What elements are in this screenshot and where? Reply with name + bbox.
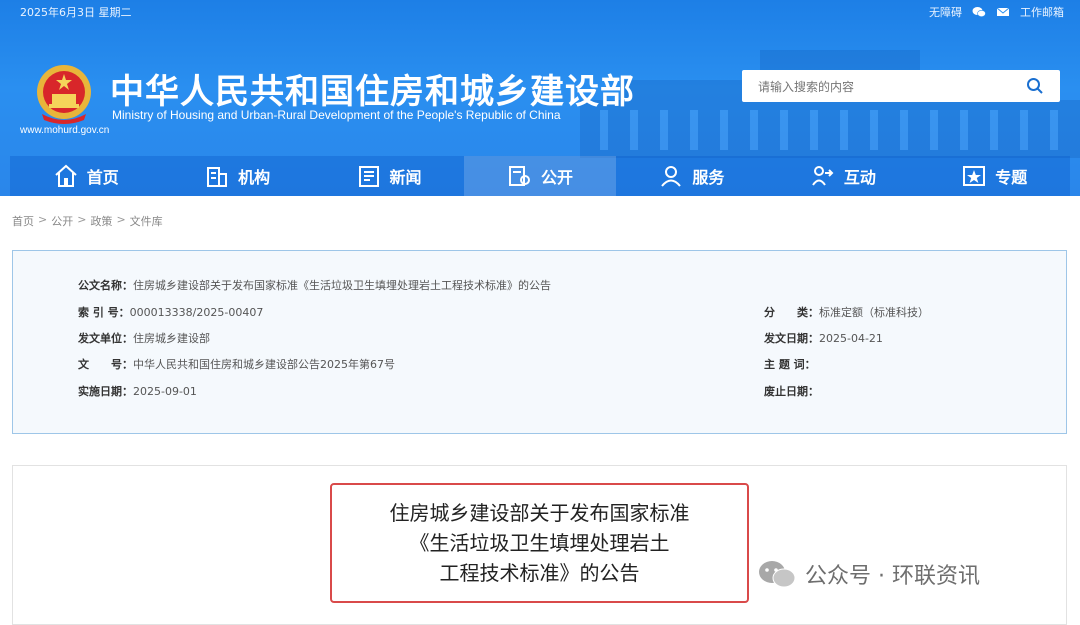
- topic-icon: [963, 166, 986, 186]
- home-icon: [55, 164, 77, 187]
- site-title: 中华人民共和国住房和城乡建设部: [110, 72, 635, 112]
- disclosure-icon: [508, 166, 530, 186]
- news-icon: [358, 166, 379, 187]
- site-url: www.mohurd.gov.cn: [20, 125, 110, 136]
- info-doc-name: 公文名称：住房城乡建设部关于发布国家标准《生活垃圾卫生填埋处理岩土工程技术标准》…: [78, 279, 551, 292]
- info-issuer: 发文单位：住房城乡建设部: [78, 332, 210, 345]
- search-input[interactable]: [756, 77, 1020, 97]
- breadcrumb-policy[interactable]: 政策: [90, 213, 112, 229]
- site-subtitle: Ministry of Housing and Urban-Rural Deve…: [112, 108, 561, 122]
- nav-item-news[interactable]: 新闻: [313, 156, 464, 196]
- nav-item-interaction[interactable]: 互动: [767, 156, 918, 196]
- search-box: [742, 70, 1060, 102]
- nav-item-organization[interactable]: 机构: [161, 156, 312, 196]
- site-header: 2025年6月3日 星期二 无障碍 工作邮箱 中华人民共和国住房和城乡建设部 M…: [0, 0, 1080, 196]
- breadcrumb-home[interactable]: 首页: [12, 213, 34, 229]
- nav-item-disclosure[interactable]: 公开: [464, 156, 616, 196]
- service-icon: [661, 166, 682, 187]
- info-effective-date: 实施日期：2025-09-01: [78, 385, 197, 398]
- breadcrumb-disclosure[interactable]: 公开: [51, 213, 73, 229]
- topbar-links: 无障碍 工作邮箱: [929, 4, 1064, 20]
- article-title-line: 住房城乡建设部关于发布国家标准: [389, 501, 690, 525]
- watermark-text: 公众号 · 环联资讯: [805, 564, 980, 589]
- nav-item-home[interactable]: 首页: [10, 156, 161, 196]
- nav-item-topic[interactable]: 专题: [919, 156, 1070, 196]
- nav-item-service[interactable]: 服务: [616, 156, 767, 196]
- national-emblem-icon: [37, 65, 91, 124]
- breadcrumb-library[interactable]: 文件库: [130, 213, 163, 229]
- info-doc-number: 文 号：中华人民共和国住房和城乡建设部公告2025年第67号: [78, 358, 395, 371]
- info-issue-date: 发文日期：2025-04-21: [764, 332, 883, 345]
- article-title-box: 住房城乡建设部关于发布国家标准 《生活垃圾卫生填埋处理岩土 工程技术标准》的公告: [330, 483, 749, 603]
- wechat-watermark: 公众号 · 环联资讯: [757, 558, 980, 590]
- building-icon: [207, 167, 228, 187]
- info-abolish-date: 废止日期：: [764, 385, 819, 398]
- info-category: 分 类：标准定额（标准科技）: [764, 306, 929, 319]
- info-keywords: 主 题 词：: [764, 358, 816, 371]
- article-title-line: 《生活垃圾卫生填埋处理岩土: [409, 531, 670, 555]
- mail-icon: [996, 7, 1010, 16]
- work-mail-link[interactable]: 工作邮箱: [1020, 4, 1064, 20]
- search-icon[interactable]: [1026, 77, 1044, 95]
- info-index: 索 引 号：000013338/2025-00407: [78, 306, 264, 319]
- main-nav: 首页 机构 新闻 公开 服务 互动 专题: [10, 156, 1070, 196]
- wechat-icon[interactable]: [972, 6, 986, 18]
- article-title-line: 工程技术标准》的公告: [439, 561, 640, 585]
- breadcrumb: 首页 > 公开 > 政策 > 文件库: [12, 213, 163, 229]
- accessibility-link[interactable]: 无障碍: [929, 4, 962, 20]
- wechat-logo-icon: [759, 561, 796, 588]
- interaction-icon: [811, 166, 834, 186]
- current-date: 2025年6月3日 星期二: [20, 6, 132, 19]
